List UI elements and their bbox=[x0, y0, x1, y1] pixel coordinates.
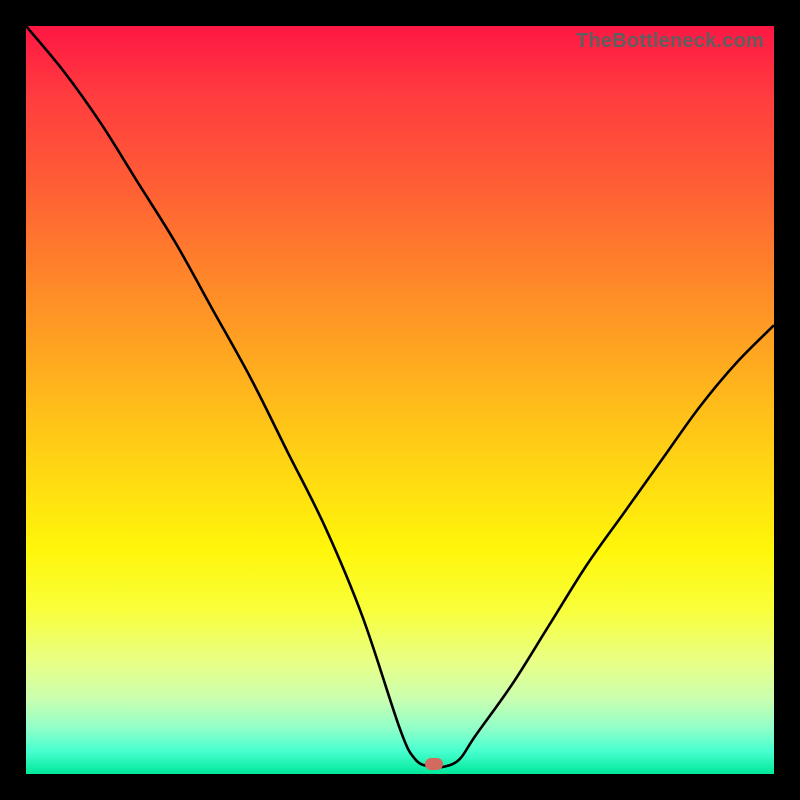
watermark-text: TheBottleneck.com bbox=[576, 30, 764, 53]
bottleneck-curve bbox=[26, 26, 774, 774]
optimal-point-marker bbox=[425, 758, 443, 770]
curve-path bbox=[26, 26, 774, 767]
plot-area: TheBottleneck.com bbox=[26, 26, 774, 774]
chart-frame: TheBottleneck.com bbox=[0, 0, 800, 800]
